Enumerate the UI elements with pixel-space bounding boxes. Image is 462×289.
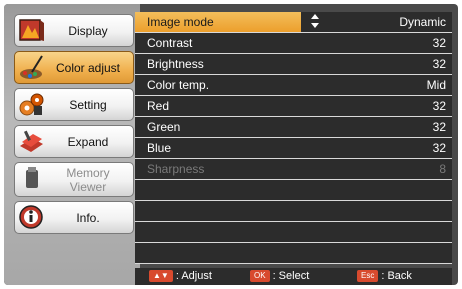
menu-item-expand[interactable]: Expand (14, 125, 134, 158)
empty-row (135, 201, 452, 222)
setting-row-red[interactable]: Red 32 (135, 96, 452, 117)
menu-sidebar: Display Color adjust Setting Expand Memo… (4, 4, 140, 285)
menu-item-label: Setting (69, 97, 107, 112)
setting-value: 32 (432, 99, 446, 113)
setting-name: Blue (147, 141, 172, 155)
setting-value: 32 (432, 36, 446, 50)
info-icon (18, 204, 45, 231)
settings-list: Image mode Dynamic Contrast 32 Brightnes… (135, 12, 452, 264)
hint-select-label: : Select (272, 270, 310, 282)
osd-menu-window: Display Color adjust Setting Expand Memo… (4, 4, 458, 285)
setting-row-image-mode[interactable]: Image mode Dynamic (135, 12, 452, 33)
setting-row-contrast[interactable]: Contrast 32 (135, 33, 452, 54)
menu-item-setting[interactable]: Setting (14, 88, 134, 121)
setting-row-green[interactable]: Green 32 (135, 117, 452, 138)
setting-row-brightness[interactable]: Brightness 32 (135, 54, 452, 75)
setting-icon (18, 91, 45, 118)
hint-back: Esc : Back (357, 270, 412, 282)
up-down-arrows-icon (311, 14, 319, 28)
setting-name: Green (147, 120, 181, 134)
setting-value: 8 (439, 162, 446, 176)
setting-value: 32 (432, 141, 446, 155)
setting-name: Sharpness (147, 162, 205, 176)
menu-item-label: Info. (76, 210, 100, 225)
setting-name: Image mode (147, 15, 214, 29)
menu-item-label: Memory Viewer (66, 165, 110, 194)
empty-row (135, 243, 452, 264)
menu-item-display[interactable]: Display (14, 14, 134, 47)
setting-value: 32 (432, 57, 446, 71)
hint-back-label: : Back (381, 270, 412, 282)
empty-row (135, 180, 452, 201)
setting-value: Dynamic (399, 15, 446, 29)
setting-name: Contrast (147, 36, 193, 50)
esc-key-badge: Esc (357, 270, 379, 282)
menu-item-label: Expand (67, 134, 109, 149)
setting-row-blue[interactable]: Blue 32 (135, 138, 452, 159)
expand-icon (18, 128, 45, 155)
setting-value: 32 (432, 120, 446, 134)
setting-row-color-temp[interactable]: Color temp. Mid (135, 75, 452, 96)
menu-item-label: Color adjust (55, 60, 121, 75)
hint-adjust: ▲▼ : Adjust (149, 270, 212, 282)
menu-item-memory-viewer[interactable]: Memory Viewer (14, 162, 134, 197)
menu-item-info[interactable]: Info. (14, 201, 134, 234)
memory-viewer-icon (18, 165, 45, 192)
setting-value: Mid (426, 78, 446, 92)
setting-row-sharpness: Sharpness 8 (135, 159, 452, 180)
key-hint-bar: ▲▼ : Adjust OK : Select Esc : Back (135, 268, 452, 285)
menu-item-color-adjust[interactable]: Color adjust (14, 51, 134, 84)
menu-item-label: Display (68, 23, 108, 38)
setting-name: Color temp. (147, 78, 210, 92)
empty-row (135, 222, 452, 243)
arrow-keys-badge: ▲▼ (149, 270, 173, 282)
setting-name: Red (147, 99, 170, 113)
hint-select: OK : Select (250, 270, 309, 282)
ok-key-badge: OK (250, 270, 270, 282)
color-adjust-icon (18, 54, 45, 81)
display-icon (18, 17, 45, 44)
hint-adjust-label: : Adjust (175, 270, 212, 282)
setting-name: Brightness (147, 57, 204, 71)
